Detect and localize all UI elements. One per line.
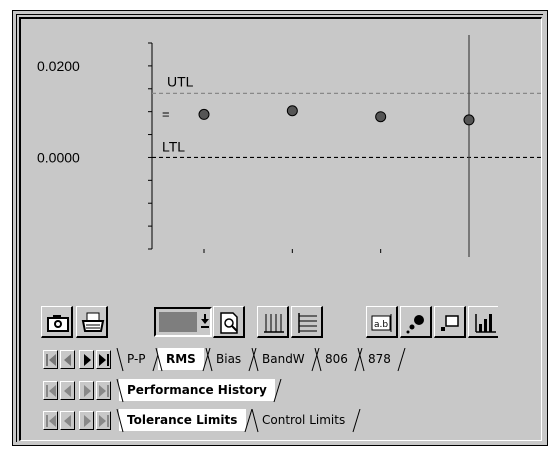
scatter-plot: 0.0200 0.0000 UTL = LTL	[37, 35, 541, 257]
next-icon	[84, 354, 91, 366]
tab-performance-history[interactable]: Performance History	[119, 379, 275, 401]
plot-background	[152, 43, 541, 249]
limits-tab-row: Tolerance Limits Control Limits	[41, 409, 545, 434]
center-marker-label: =	[162, 106, 170, 121]
y-tick-label: 0.0000	[37, 149, 80, 165]
print-button[interactable]	[76, 306, 108, 338]
chart-window: 0.0200 0.0000 UTL = LTL a.b P-P RMS Bias…	[12, 10, 548, 446]
limit-label-ltl: LTL	[162, 138, 185, 154]
frame-icon	[441, 315, 459, 331]
tab-bias[interactable]: Bias	[208, 348, 250, 370]
tab-edge	[116, 409, 124, 433]
tab-edge	[155, 348, 163, 372]
next-icon	[84, 385, 91, 397]
nav-first-button[interactable]	[43, 350, 58, 369]
horizontal-grid-icon	[298, 313, 317, 333]
last-icon	[99, 385, 109, 397]
markers-button[interactable]	[400, 306, 432, 338]
color-picker[interactable]	[154, 307, 212, 337]
camera-icon	[47, 315, 69, 332]
bar-chart-icon	[475, 314, 496, 333]
data-point-0	[198, 108, 210, 120]
data-point-1	[286, 105, 298, 117]
tab-edge	[205, 348, 213, 372]
next-icon	[84, 415, 91, 427]
plot-area[interactable]: 0.0200 0.0000 UTL = LTL	[13, 11, 549, 311]
tab-tolerance-limits[interactable]: Tolerance Limits	[119, 409, 246, 431]
svg-text:a.b: a.b	[374, 320, 388, 330]
last-icon	[99, 354, 109, 366]
prev-icon	[64, 354, 71, 366]
nav-next-button[interactable]	[79, 350, 94, 369]
data-point-3	[463, 114, 475, 126]
data-point-2	[375, 111, 387, 123]
print-preview-button[interactable]	[213, 306, 245, 338]
prev-icon	[64, 415, 71, 427]
tab-separator	[397, 348, 406, 372]
tab-edge	[116, 348, 124, 372]
nav-last-button[interactable]	[96, 381, 111, 400]
nav-first-button[interactable]	[43, 381, 58, 400]
nav-next-button[interactable]	[79, 381, 94, 400]
printer-icon	[81, 312, 105, 332]
nav-next-button[interactable]	[79, 411, 94, 430]
data-label-icon: a.b	[371, 314, 392, 332]
tab-edge	[116, 379, 124, 403]
nav-last-button[interactable]	[96, 411, 111, 430]
prev-icon	[64, 385, 71, 397]
tab-edge	[357, 348, 365, 372]
frame-button[interactable]	[434, 306, 466, 338]
nav-first-button[interactable]	[43, 411, 58, 430]
vertical-grid-button[interactable]	[257, 306, 289, 338]
preview-icon	[220, 312, 238, 334]
color-swatch	[159, 312, 197, 332]
tab-edge	[251, 409, 259, 433]
tab-edge	[314, 348, 322, 372]
first-icon	[46, 354, 56, 366]
tab-control-limits[interactable]: Control Limits	[254, 409, 354, 431]
bar-chart-button[interactable]	[468, 306, 498, 338]
view-tab-row: Performance History	[41, 379, 545, 404]
first-icon	[46, 415, 56, 427]
tab-edge	[251, 348, 259, 372]
data-labels-button[interactable]: a.b	[366, 306, 398, 338]
chart-toolbar: a.b	[41, 306, 545, 342]
tab-bandw[interactable]: BandW	[254, 348, 313, 370]
y-tick-label: 0.0200	[37, 58, 80, 74]
limit-label-utl: UTL	[167, 73, 194, 89]
last-icon	[99, 415, 109, 427]
nav-last-button[interactable]	[96, 350, 111, 369]
vertical-grid-icon	[264, 314, 284, 333]
tab-rms[interactable]: RMS	[158, 348, 204, 370]
tab-separator	[273, 379, 282, 403]
tab-separator	[352, 409, 361, 433]
nav-prev-button[interactable]	[60, 381, 75, 400]
nav-prev-button[interactable]	[60, 350, 75, 369]
marker-icon	[406, 315, 424, 334]
horizontal-grid-button[interactable]	[291, 306, 323, 338]
nav-prev-button[interactable]	[60, 411, 75, 430]
parameter-tab-row: P-P RMS Bias BandW 806 878	[41, 348, 545, 373]
first-icon	[46, 385, 56, 397]
dropdown-arrow-icon[interactable]	[200, 312, 210, 332]
snapshot-button[interactable]	[41, 306, 73, 338]
